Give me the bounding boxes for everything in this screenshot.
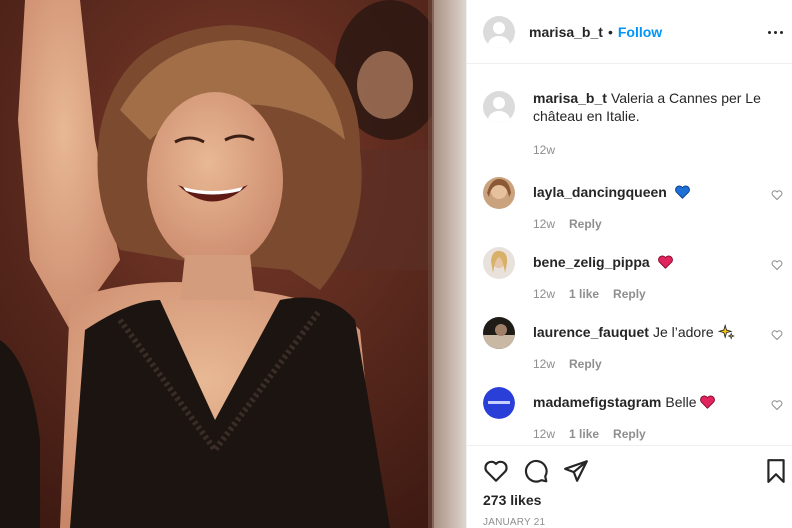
- comment-age: 12w: [533, 357, 556, 371]
- comment-meta: 12w 1 like Reply: [533, 287, 646, 301]
- comment-text: madamefigstagram Belle: [533, 394, 716, 410]
- comment-age: 12w: [533, 217, 556, 231]
- comment-likes[interactable]: 1 like: [569, 287, 599, 301]
- photo-illustration: [0, 0, 466, 528]
- like-comment-heart-icon[interactable]: [771, 399, 783, 411]
- likes-count[interactable]: 273 likes: [483, 492, 541, 508]
- caption-username[interactable]: marisa_b_t: [533, 90, 607, 106]
- caption-text-block: marisa_b_t Valeria a Cannes per Le châtea…: [533, 89, 773, 125]
- comment-username[interactable]: laurence_fauquet: [533, 324, 649, 340]
- like-comment-heart-icon[interactable]: [771, 329, 783, 341]
- comment-age: 12w: [533, 427, 556, 441]
- reply-button[interactable]: Reply: [613, 427, 646, 441]
- caption-age: 12w: [533, 143, 556, 157]
- comment-avatar[interactable]: [483, 247, 515, 279]
- comment-row: layla_dancingqueen 12w Reply: [483, 177, 783, 237]
- post-photo[interactable]: [0, 0, 466, 528]
- comment-body: Belle: [665, 394, 701, 410]
- comment-username[interactable]: madamefigstagram: [533, 394, 661, 410]
- comment-row: madamefigstagram Belle 12w 1 like Reply: [483, 387, 783, 445]
- red-heart-emoji: [657, 255, 673, 269]
- reply-button[interactable]: Reply: [613, 287, 646, 301]
- caption-avatar[interactable]: [483, 91, 515, 123]
- comment-username[interactable]: layla_dancingqueen: [533, 184, 667, 200]
- comment-username[interactable]: bene_zelig_pippa: [533, 254, 650, 270]
- comment-text: layla_dancingqueen: [533, 184, 690, 200]
- blue-heart-emoji: [674, 185, 690, 199]
- heart-icon[interactable]: [483, 458, 509, 484]
- comment-meta: 12w Reply: [533, 357, 602, 371]
- red-heart-emoji: [700, 395, 716, 409]
- follow-button[interactable]: Follow: [618, 24, 662, 40]
- more-icon[interactable]: [765, 22, 785, 42]
- comments-list[interactable]: marisa_b_t Valeria a Cannes per Le châtea…: [467, 65, 792, 445]
- comment-age: 12w: [533, 287, 556, 301]
- post-side-panel: marisa_b_t • Follow marisa_b_t Valeria a …: [466, 0, 792, 528]
- sparkles-emoji: [717, 323, 735, 340]
- author-avatar[interactable]: [483, 15, 515, 48]
- share-icon[interactable]: [563, 458, 589, 484]
- bookmark-icon[interactable]: [763, 458, 789, 484]
- post-header: marisa_b_t • Follow: [467, 0, 792, 64]
- post-date: JANUARY 21: [483, 517, 546, 528]
- comment-body: Je l’adore: [652, 324, 718, 340]
- reply-button[interactable]: Reply: [569, 357, 602, 371]
- comment-avatar[interactable]: [483, 387, 515, 419]
- comment-meta: 12w Reply: [533, 217, 602, 231]
- instagram-post: marisa_b_t • Follow marisa_b_t Valeria a …: [0, 0, 792, 528]
- header-separator: •: [607, 23, 613, 40]
- comment-avatar[interactable]: [483, 317, 515, 349]
- reply-button[interactable]: Reply: [569, 217, 602, 231]
- comment-likes[interactable]: 1 like: [569, 427, 599, 441]
- author-username[interactable]: marisa_b_t: [529, 24, 603, 40]
- comment-row: laurence_fauquet Je l’adore 12w Reply: [483, 317, 783, 377]
- comment-avatar[interactable]: [483, 177, 515, 209]
- comment-icon[interactable]: [523, 458, 549, 484]
- comment-row: bene_zelig_pippa 12w 1 like Reply: [483, 247, 783, 307]
- comment-text: bene_zelig_pippa: [533, 254, 673, 270]
- like-comment-heart-icon[interactable]: [771, 189, 783, 201]
- comment-text: laurence_fauquet Je l’adore: [533, 323, 735, 340]
- like-comment-heart-icon[interactable]: [771, 259, 783, 271]
- post-actions: 273 likes JANUARY 21: [467, 445, 792, 528]
- comment-meta: 12w 1 like Reply: [533, 427, 646, 441]
